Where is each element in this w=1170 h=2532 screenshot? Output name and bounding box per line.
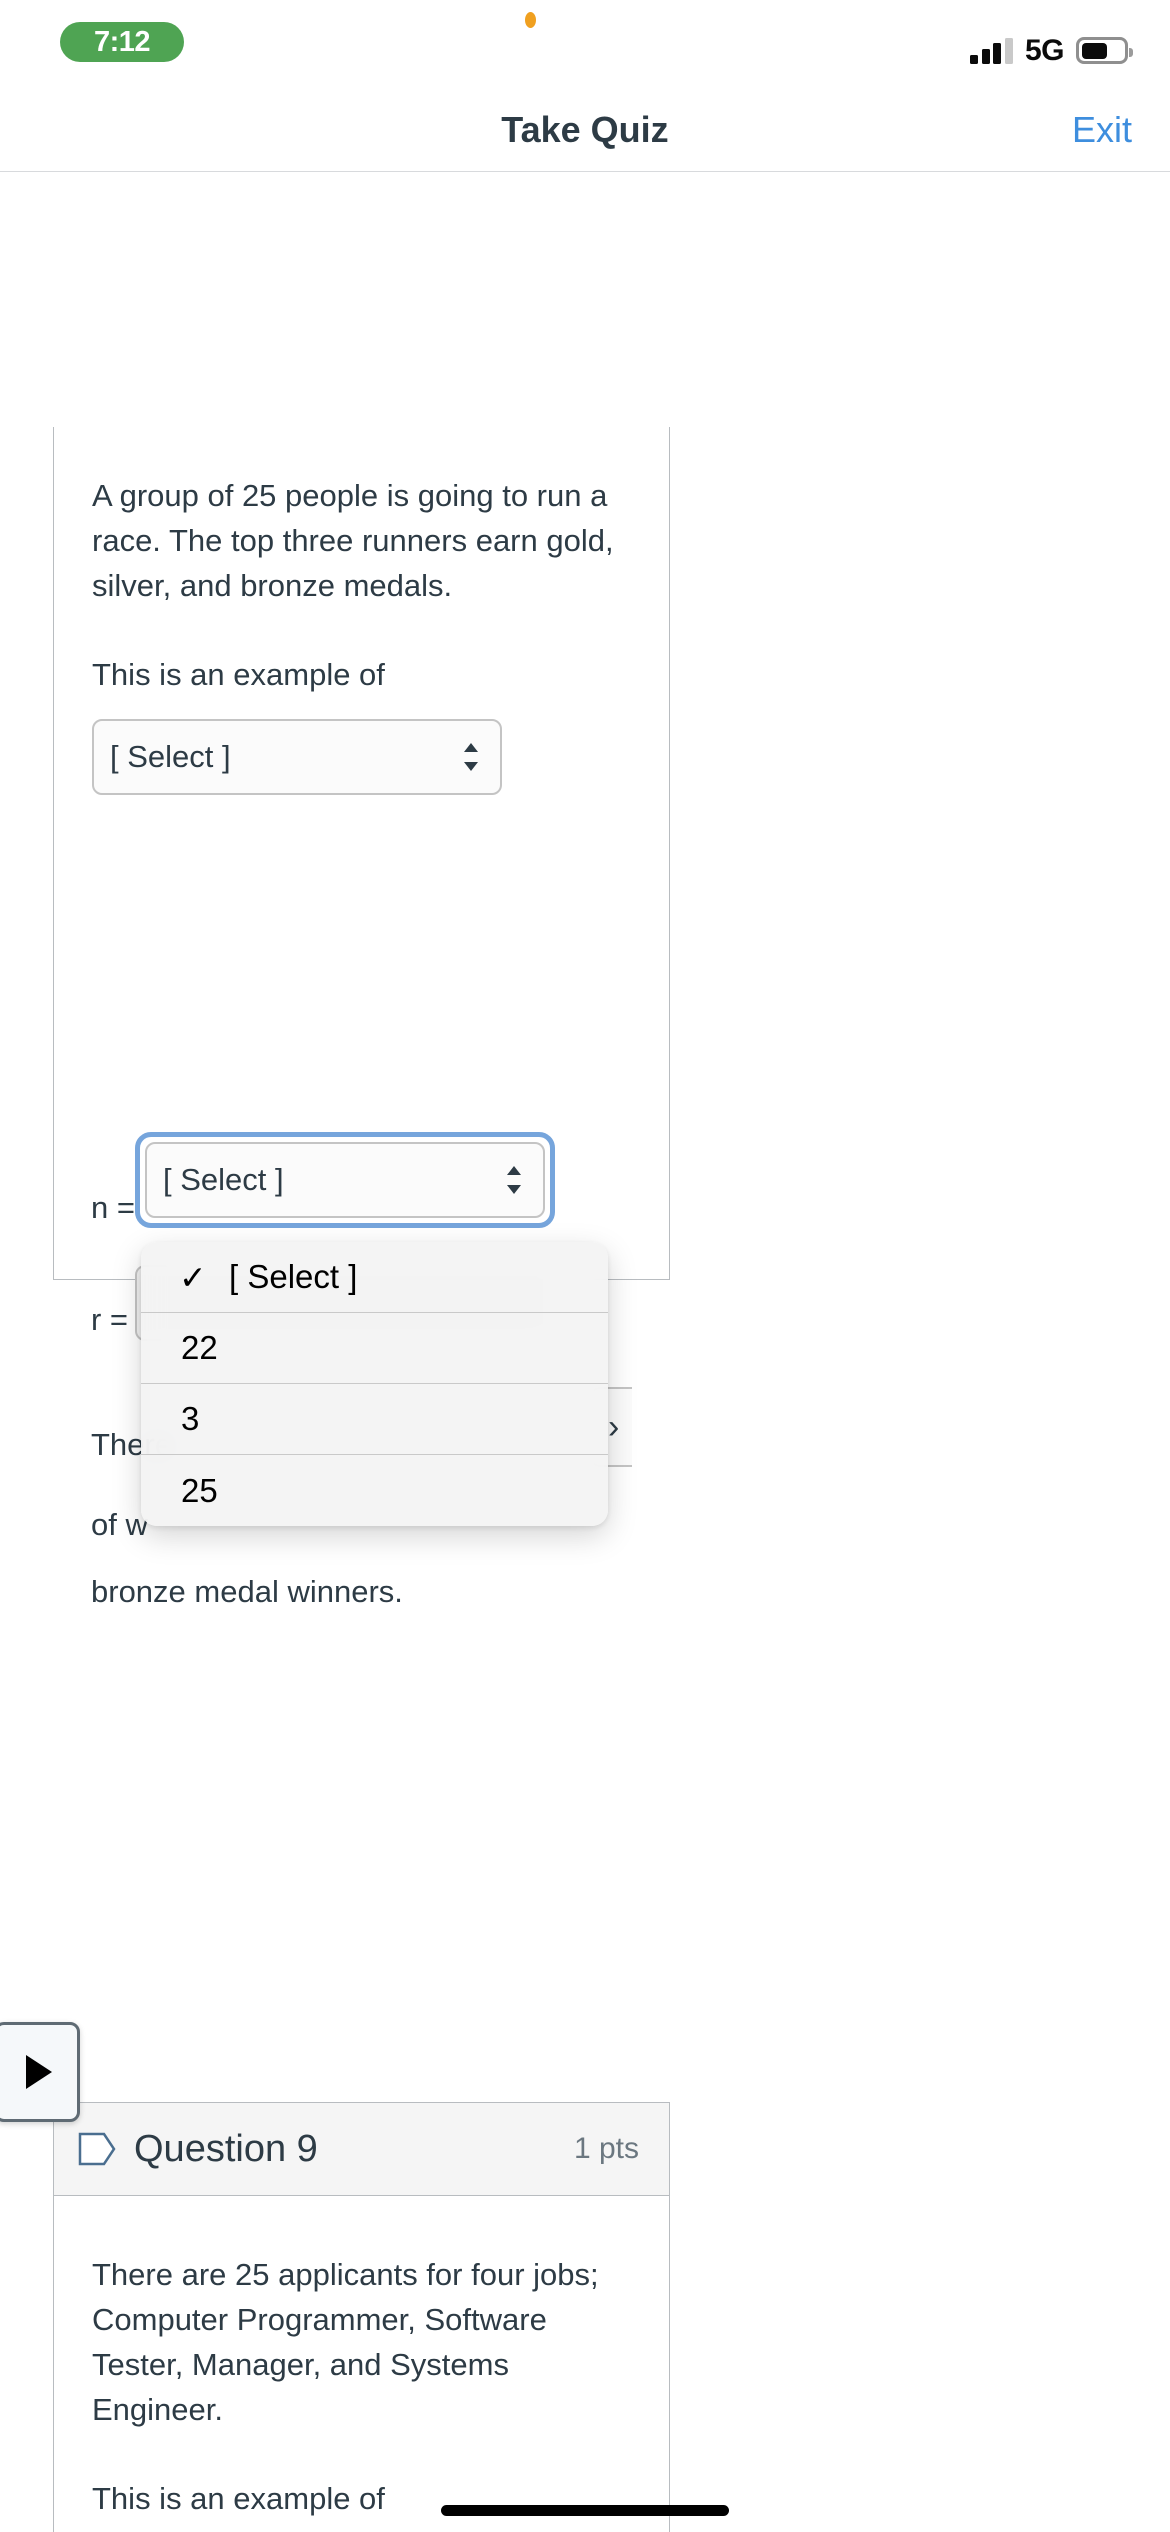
question-card-9: Question 9 1 pts There are 25 applicants… [53, 2102, 670, 2532]
dropdown-option[interactable]: 25 [141, 1455, 608, 1526]
select-n-value: [ Select ] [163, 1162, 284, 1197]
question-9-paragraph: There are 25 applicants for four jobs; C… [92, 2257, 599, 2427]
status-time: 7:12 [93, 25, 151, 58]
dropdown-option-label: [ Select ] [229, 1258, 358, 1295]
dropdown-option-label: 22 [181, 1329, 218, 1366]
question-body: A group of 25 people is going to run a r… [54, 427, 669, 795]
n-variable-label: n = [91, 1190, 135, 1225]
play-icon [26, 2055, 52, 2089]
select-n-focus-ring: [ Select ] [135, 1132, 555, 1228]
question-9-points: 1 pts [573, 2132, 639, 2165]
dropdown-option[interactable]: ✓ [ Select ] [141, 1242, 608, 1313]
status-time-pill[interactable]: 7:12 [60, 22, 184, 62]
select-example-value: [ Select ] [110, 739, 231, 774]
question-9-header: Question 9 1 pts [54, 2103, 669, 2196]
chevron-updown-icon [503, 1163, 525, 1197]
select-n-dropdown[interactable]: [ Select ] [145, 1142, 545, 1218]
flag-icon[interactable] [76, 2128, 118, 2170]
dropdown-option[interactable]: 3 [141, 1384, 608, 1455]
play-button[interactable] [0, 2022, 80, 2122]
exit-button[interactable]: Exit [1072, 109, 1132, 151]
status-right-cluster: 5G [970, 30, 1133, 67]
privacy-indicator-dot [525, 12, 536, 28]
battery-icon [1076, 37, 1133, 64]
nav-bar: Take Quiz Exit [0, 95, 1170, 172]
question-9-body: There are 25 applicants for four jobs; C… [54, 2196, 669, 2532]
checkmark-icon: ✓ [179, 1258, 207, 1296]
select-options-popup[interactable]: ✓ [ Select ] 22 3 25 [141, 1242, 608, 1526]
page-title: Take Quiz [501, 109, 669, 150]
r-variable-label: r = [91, 1302, 129, 1337]
question-prompt-example: This is an example of [92, 657, 385, 692]
dropdown-option-label: 25 [181, 1471, 218, 1509]
quiz-scroll-area[interactable]: A group of 25 people is going to run a r… [0, 172, 1170, 2532]
select-example-dropdown[interactable]: [ Select ] [92, 719, 502, 795]
question-9-title: Question 9 [134, 2127, 318, 2170]
dropdown-option-label: 3 [181, 1400, 200, 1437]
question-tail-line-3: bronze medal winners. [91, 1574, 403, 1609]
network-type-label: 5G [1024, 34, 1065, 67]
chevron-updown-icon [460, 740, 482, 774]
cellular-signal-icon [970, 38, 1013, 64]
question-paragraph: A group of 25 people is going to run a r… [92, 478, 614, 603]
dropdown-option[interactable]: 22 [141, 1313, 608, 1384]
home-indicator [441, 2505, 729, 2516]
status-bar: 7:12 5G [0, 0, 1170, 95]
